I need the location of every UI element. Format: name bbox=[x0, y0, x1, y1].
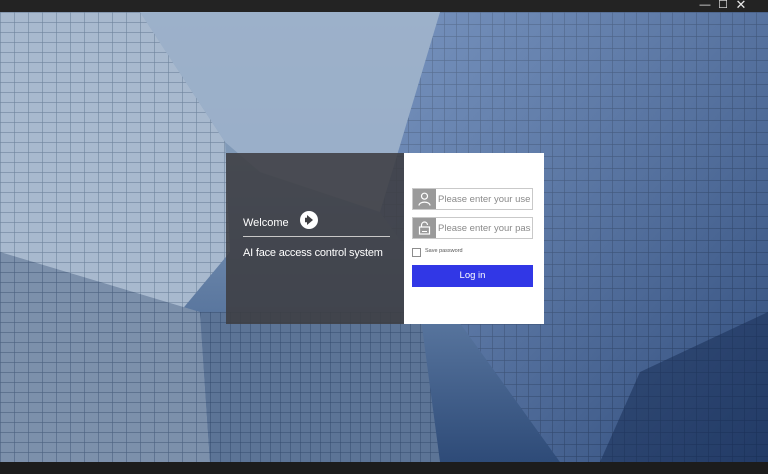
welcome-title: Welcome bbox=[243, 217, 289, 229]
system-name: AI face access control system bbox=[243, 247, 383, 259]
username-input[interactable] bbox=[438, 190, 531, 208]
username-field bbox=[412, 188, 533, 210]
close-button[interactable]: ✕ bbox=[734, 0, 748, 12]
arrow-right-circle-icon[interactable] bbox=[300, 211, 318, 229]
welcome-divider bbox=[243, 236, 390, 237]
welcome-panel: Welcome AI face access control system bbox=[226, 153, 404, 324]
bottom-bar bbox=[0, 462, 768, 474]
minimize-button[interactable]: — bbox=[698, 0, 712, 12]
save-password-checkbox[interactable] bbox=[412, 248, 421, 257]
user-glyph bbox=[418, 192, 431, 206]
lock-glyph bbox=[418, 221, 431, 235]
title-bar: — ☐ ✕ bbox=[0, 0, 768, 12]
maximize-button[interactable]: ☐ bbox=[716, 0, 730, 12]
lock-icon bbox=[413, 218, 436, 238]
user-icon bbox=[413, 189, 436, 209]
save-password-label[interactable]: Save password bbox=[425, 248, 463, 254]
password-input[interactable] bbox=[438, 219, 531, 237]
password-field bbox=[412, 217, 533, 239]
login-panel: Save password Log in bbox=[404, 153, 544, 324]
login-button[interactable]: Log in bbox=[412, 265, 533, 287]
arrow-right-glyph bbox=[305, 215, 313, 225]
